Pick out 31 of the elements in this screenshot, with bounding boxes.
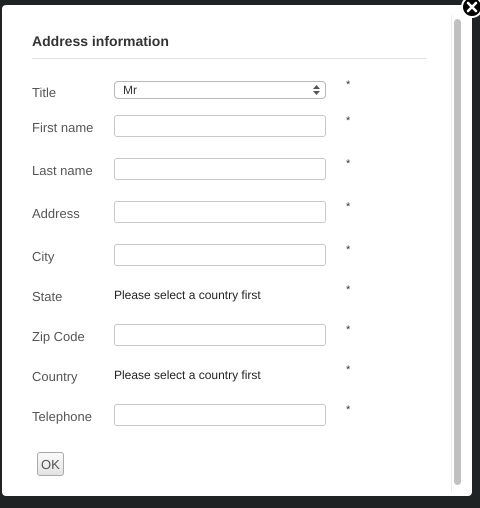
updown-arrows-icon bbox=[313, 85, 320, 95]
field-value: Please select a country first bbox=[114, 368, 261, 382]
input-field[interactable] bbox=[114, 200, 326, 222]
field-label: Last name bbox=[32, 162, 94, 178]
required-mark: * bbox=[346, 200, 350, 212]
ok-button[interactable]: OK bbox=[37, 452, 64, 476]
required-mark: * bbox=[346, 284, 350, 296]
required-mark: * bbox=[346, 244, 350, 256]
required-mark: * bbox=[346, 158, 350, 170]
close-icon[interactable] bbox=[461, 0, 480, 18]
dialog-heading: Address information bbox=[32, 33, 170, 49]
required-mark: * bbox=[346, 79, 350, 91]
field-label: First name bbox=[32, 119, 94, 135]
required-mark: * bbox=[346, 364, 350, 376]
input-field[interactable] bbox=[114, 244, 326, 266]
required-mark: * bbox=[346, 404, 350, 416]
input-field[interactable] bbox=[114, 158, 326, 180]
field-value: Please select a country first bbox=[114, 288, 261, 302]
field-label: Country bbox=[32, 368, 79, 384]
required-mark: * bbox=[346, 324, 350, 336]
input-field[interactable] bbox=[114, 114, 326, 136]
input-field[interactable] bbox=[114, 404, 326, 426]
field-label: Telephone bbox=[32, 408, 93, 424]
field-label: Zip Code bbox=[32, 328, 86, 344]
field-label: City bbox=[32, 248, 56, 264]
required-mark: * bbox=[346, 114, 350, 126]
title-select[interactable]: Mr bbox=[114, 81, 326, 99]
field-label: State bbox=[32, 288, 64, 304]
field-label: Address bbox=[32, 205, 81, 221]
field-label: Title bbox=[32, 84, 58, 100]
input-field[interactable] bbox=[114, 324, 326, 346]
